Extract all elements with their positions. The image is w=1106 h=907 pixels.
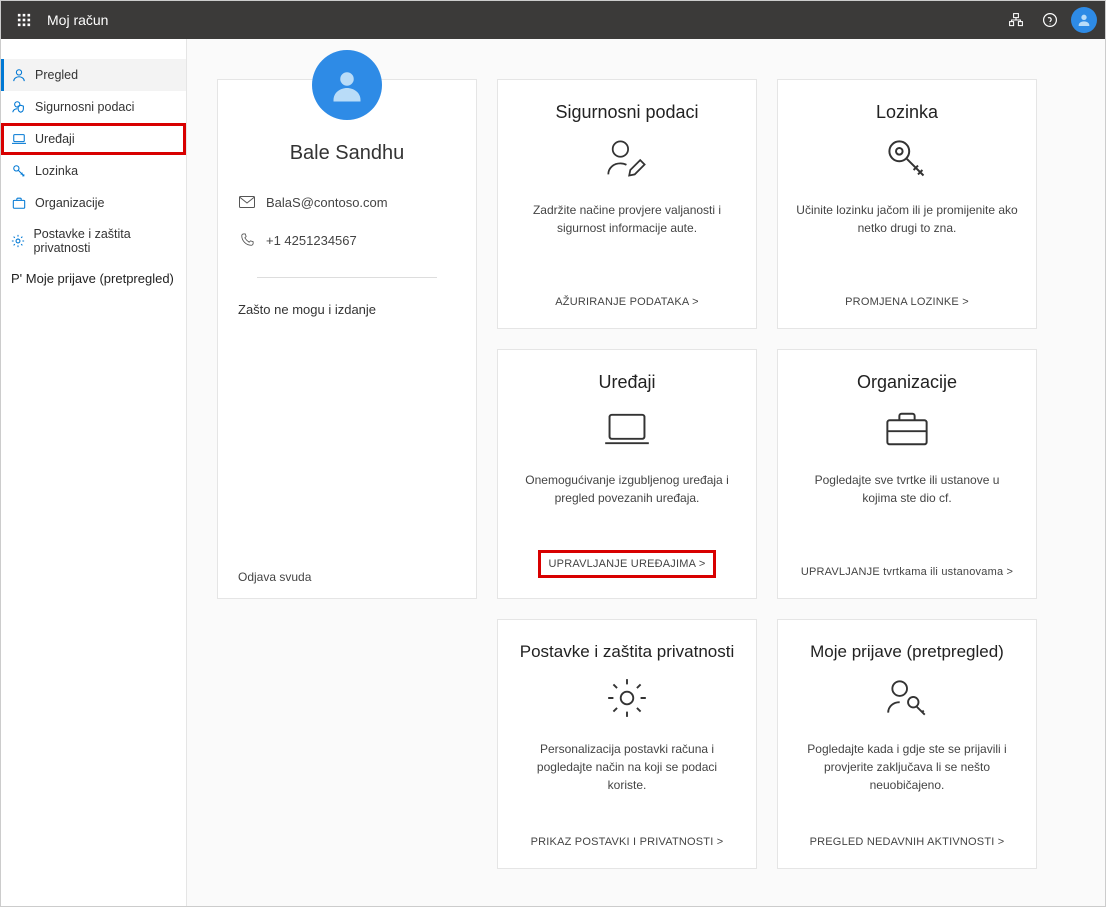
sidebar-item-label: Organizacije [35, 196, 104, 210]
gear-large-icon [603, 674, 651, 722]
signout-everywhere-link[interactable]: Odjava svuda [238, 570, 311, 584]
card-title: Organizacije [857, 372, 957, 393]
card-description: Pogledajte kada i gdje ste se prijavili … [796, 740, 1018, 794]
card-title: Lozinka [876, 102, 938, 123]
profile-avatar [312, 50, 382, 120]
security-info-card: Sigurnosni podaci Zadržite načine provje… [497, 79, 757, 329]
card-description: Zadržite načine provjere valjanosti i si… [516, 201, 738, 237]
key-large-icon [883, 135, 931, 183]
briefcase-large-icon [883, 405, 931, 453]
sidebar-item-label: Pregled [35, 68, 78, 82]
view-settings-link[interactable]: PRIKAZ POSTAVKI I PRIVATNOSTI > [531, 836, 724, 848]
profile-card: Bale Sandhu BalaS@contoso.com +1 4251234… [217, 79, 477, 599]
profile-email: BalaS@contoso.com [266, 195, 388, 210]
sidebar-item-label: Postavke i zaštita privatnosti [33, 227, 176, 255]
sidebar-item-label: Lozinka [35, 164, 78, 178]
card-title: Postavke i zaštita privatnosti [520, 642, 734, 662]
person-edit-icon [603, 135, 651, 183]
sidebar-item-overview[interactable]: Pregled [1, 59, 186, 91]
card-title: Sigurnosni podaci [555, 102, 698, 123]
password-card: Lozinka Učinite lozinku jačom ili je pro… [777, 79, 1037, 329]
mail-icon [238, 193, 256, 211]
card-title: Uređaji [598, 372, 655, 393]
organizations-card: Organizacije Pogledajte sve tvrtke ili u… [777, 349, 1037, 599]
manage-devices-link[interactable]: UPRAVLJANJE UREĐAJIMA > [538, 550, 717, 578]
devices-card: Uređaji Onemogućivanje izgubljenog uređa… [497, 349, 757, 599]
sidebar-item-settings-privacy[interactable]: Postavke i zaštita privatnosti [1, 219, 186, 263]
change-password-link[interactable]: PROMJENA LOZINKE > [845, 296, 969, 308]
key-icon [11, 163, 27, 179]
profile-name: Bale Sandhu [290, 142, 405, 165]
briefcase-icon [11, 195, 27, 211]
laptop-large-icon [603, 405, 651, 453]
profile-why-link[interactable]: Zašto ne mogu i izdanje [238, 302, 376, 317]
sidebar-item-security-info[interactable]: Sigurnosni podaci [1, 91, 186, 123]
help-icon[interactable] [1033, 3, 1067, 37]
person-icon [11, 67, 27, 83]
sidebar-item-my-signins[interactable]: P' Moje prijave (pretpregled) [1, 263, 186, 294]
topbar: Moj račun [1, 1, 1105, 39]
shield-person-icon [11, 99, 27, 115]
main-content: Bale Sandhu BalaS@contoso.com +1 4251234… [187, 39, 1105, 906]
divider [257, 277, 437, 278]
settings-privacy-card: Postavke i zaštita privatnosti Personali… [497, 619, 757, 869]
app-launcher-icon[interactable] [9, 5, 39, 35]
sidebar-item-organizations[interactable]: Organizacije [1, 187, 186, 219]
review-activity-link[interactable]: PREGLED NEDAVNIH AKTIVNOSTI > [810, 836, 1005, 848]
update-info-link[interactable]: AŽURIRANJE PODATAKA > [555, 296, 698, 308]
laptop-icon [11, 131, 27, 147]
manage-orgs-link[interactable]: UPRAVLJANJE tvrtkama ili ustanovama > [801, 566, 1013, 578]
card-title: Moje prijave (pretpregled) [810, 642, 1004, 662]
my-signins-card: Moje prijave (pretpregled) Pogledajte ka… [777, 619, 1037, 869]
sidebar-item-devices[interactable]: Uređaji [1, 123, 186, 155]
profile-phone: +1 4251234567 [266, 233, 357, 248]
sidebar-item-label: Uređaji [35, 132, 75, 146]
person-key-icon [883, 674, 931, 722]
org-icon[interactable] [999, 3, 1033, 37]
card-description: Personalizacija postavki računa i pogled… [516, 740, 738, 794]
sidebar-item-password[interactable]: Lozinka [1, 155, 186, 187]
card-description: Onemogućivanje izgubljenog uređaja i pre… [516, 471, 738, 507]
gear-icon [11, 233, 25, 249]
sidebar-item-label: Sigurnosni podaci [35, 100, 134, 114]
profile-phone-row: +1 4251234567 [238, 231, 357, 249]
phone-icon [238, 231, 256, 249]
profile-email-row: BalaS@contoso.com [238, 193, 388, 211]
user-avatar-button[interactable] [1071, 7, 1097, 33]
sidebar-item-label: P' Moje prijave (pretpregled) [11, 271, 174, 286]
app-title: Moj račun [47, 12, 108, 28]
sidebar: Pregled Sigurnosni podaci Uređaji Lozink… [1, 39, 187, 906]
card-description: Pogledajte sve tvrtke ili ustanove u koj… [796, 471, 1018, 507]
card-description: Učinite lozinku jačom ili je promijenite… [796, 201, 1018, 237]
